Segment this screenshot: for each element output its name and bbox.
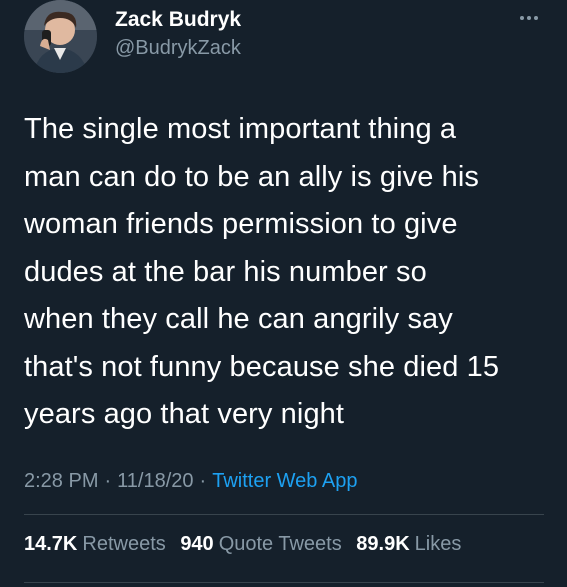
tweet-card: Zack Budryk @BudrykZack The single most … bbox=[0, 0, 567, 587]
likes-stat[interactable]: 89.9K Likes bbox=[356, 530, 461, 558]
more-dot bbox=[534, 16, 538, 20]
likes-count: 89.9K bbox=[356, 533, 410, 555]
quote-tweets-count: 940 bbox=[180, 533, 214, 555]
quote-tweets-stat[interactable]: 940 Quote Tweets bbox=[180, 530, 341, 558]
tweet-stats: 14.7K Retweets 940 Quote Tweets 89.9K Likes bbox=[24, 530, 470, 558]
tweet-date[interactable]: 11/18/20 bbox=[117, 470, 193, 492]
retweets-count: 14.7K bbox=[24, 533, 78, 555]
tweet-time[interactable]: 2:28 PM bbox=[24, 470, 98, 492]
meta-separator: · bbox=[199, 470, 207, 492]
display-name[interactable]: Zack Budryk bbox=[115, 7, 241, 33]
more-horizontal-icon[interactable] bbox=[514, 8, 544, 28]
meta-separator: · bbox=[104, 470, 112, 492]
avatar-image bbox=[24, 0, 97, 73]
divider bbox=[24, 514, 544, 515]
likes-label: Likes bbox=[414, 533, 462, 555]
tweet-source-link[interactable]: Twitter Web App bbox=[212, 470, 357, 492]
tweet-text: The single most important thing a man ca… bbox=[24, 113, 500, 430]
more-dot bbox=[527, 16, 531, 20]
retweets-stat[interactable]: 14.7K Retweets bbox=[24, 530, 166, 558]
user-handle[interactable]: @BudrykZack bbox=[115, 36, 241, 60]
more-dot bbox=[520, 16, 524, 20]
avatar[interactable] bbox=[24, 0, 97, 73]
divider bbox=[24, 582, 544, 583]
retweets-label: Retweets bbox=[82, 533, 166, 555]
quote-tweets-label: Quote Tweets bbox=[218, 533, 342, 555]
tweet-meta: 2:28 PM · 11/18/20 · Twitter Web App bbox=[24, 468, 357, 494]
tweet-header: Zack Budryk @BudrykZack bbox=[24, 0, 544, 76]
